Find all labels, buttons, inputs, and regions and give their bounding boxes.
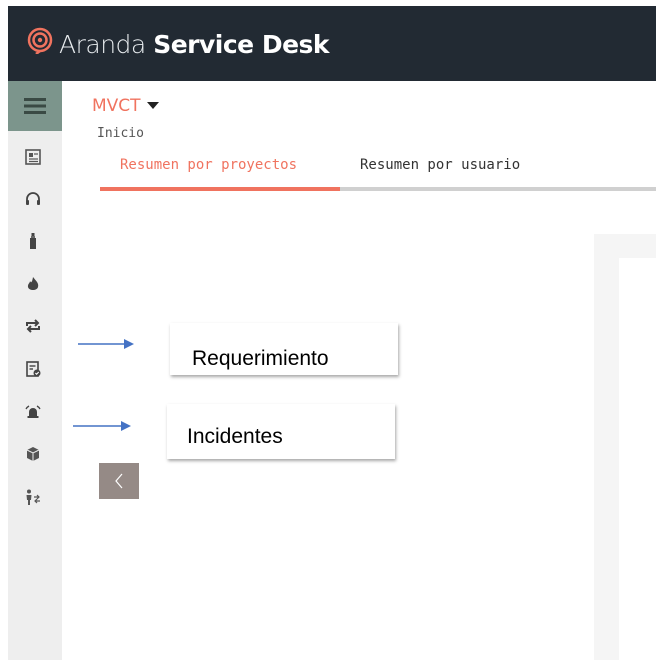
tab-resumen-usuario[interactable]: Resumen por usuario <box>360 157 520 173</box>
project-name: MVCT <box>92 96 141 116</box>
callout-incidentes: Incidentes <box>167 404 395 459</box>
package-box-icon[interactable] <box>24 445 42 463</box>
arrow-incidentes <box>73 421 131 431</box>
flame-icon[interactable] <box>24 275 42 293</box>
collapse-button[interactable] <box>99 463 139 499</box>
caret-down-icon <box>146 102 159 109</box>
spiral-logo-icon <box>27 27 53 54</box>
document-card-icon[interactable] <box>24 148 42 166</box>
headset-icon[interactable] <box>24 190 42 208</box>
content-panel-inner <box>619 258 656 660</box>
tab-resumen-proyectos[interactable]: Resumen por proyectos <box>120 157 297 173</box>
repeat-icon[interactable] <box>24 317 42 335</box>
sidebar <box>8 81 62 660</box>
bottle-icon[interactable] <box>24 232 42 250</box>
person-transfer-icon[interactable] <box>24 488 42 506</box>
hamburger-menu-icon <box>24 98 46 114</box>
project-selector[interactable]: MVCT <box>92 96 159 116</box>
callout-requerimiento: Requerimiento <box>170 323 398 375</box>
brand-bold: Service Desk <box>153 30 330 59</box>
brand-light: Aranda <box>59 30 146 59</box>
menu-toggle-button[interactable] <box>8 81 62 131</box>
tab-bar: Resumen por proyectos Resumen por usuari… <box>100 151 656 191</box>
arrow-requerimiento <box>78 339 134 349</box>
clipboard-check-icon[interactable] <box>24 360 42 378</box>
breadcrumb[interactable]: Inicio <box>97 126 144 141</box>
top-bar: Aranda Service Desk <box>8 6 656 81</box>
active-tab-indicator <box>100 187 340 191</box>
app-title: Aranda Service Desk <box>59 30 330 59</box>
chevron-left-icon <box>115 473 123 489</box>
alarm-bell-icon[interactable] <box>24 403 42 421</box>
